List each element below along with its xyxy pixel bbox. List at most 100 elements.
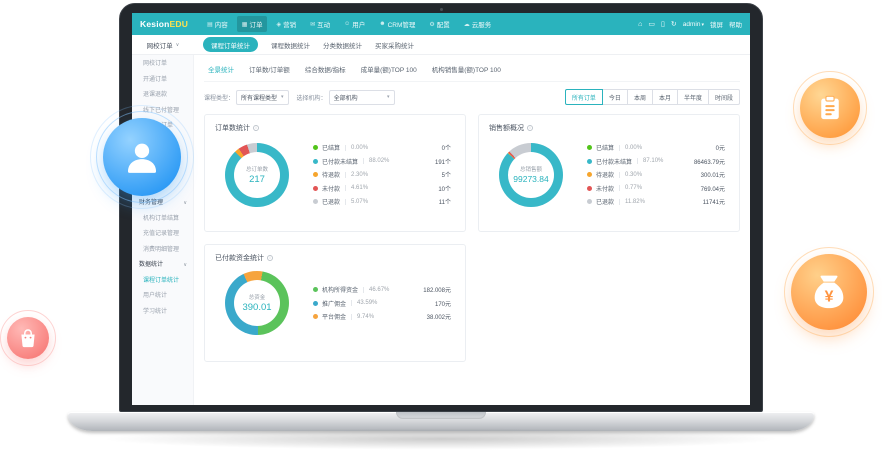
sidebar-item-school-orders[interactable]: 网校订单 bbox=[132, 57, 193, 73]
card-sales-amount: 销售额概况i 总销售额 99273.84 已结算0.00%0元 已付款未结算 87… bbox=[478, 114, 740, 232]
laptop-camera bbox=[440, 8, 443, 11]
legend-label: 未付款 bbox=[596, 184, 614, 193]
nav-item-settings[interactable]: ⚙配置 bbox=[424, 16, 454, 32]
tab-order-count-amount[interactable]: 订单数/订单额 bbox=[249, 64, 290, 74]
legend-percent: 5.07% bbox=[351, 199, 368, 205]
tab-course-order-stats[interactable]: 课程订单统计 bbox=[203, 37, 258, 52]
content-tabs: 全景统计 订单数/订单额 综合数据/指标 成单量(额)TOP 100 机构销售量… bbox=[204, 60, 740, 82]
sidebar-module-label: 网校订单 bbox=[147, 40, 173, 50]
info-icon[interactable]: i bbox=[253, 125, 259, 131]
legend-divider bbox=[637, 158, 638, 164]
legend-percent: 87.10% bbox=[643, 158, 663, 164]
donut-center: 总订单数 217 bbox=[234, 152, 280, 198]
legend-divider bbox=[363, 287, 364, 293]
tab-panorama-stats[interactable]: 全景统计 bbox=[208, 64, 234, 74]
org-select[interactable]: 全部机构▾ bbox=[329, 90, 395, 105]
sidebar-item-org-settlement[interactable]: 机构订单结算 bbox=[132, 212, 193, 228]
legend-divider bbox=[363, 158, 364, 164]
range-all-orders-button[interactable]: 所有订单 bbox=[565, 89, 603, 105]
nav-item-marketing[interactable]: ◈营销 bbox=[271, 16, 301, 32]
sidebar-group-label: 数据统计 bbox=[139, 258, 163, 274]
navbar-right: ⌂ ▭ ▯ ↻ admin 锁屏 帮助 bbox=[638, 19, 742, 29]
legend-row: 已结算0.00%0个 bbox=[313, 141, 451, 155]
donut-center-label: 总订单数 bbox=[246, 165, 268, 173]
mobile-icon[interactable]: ▯ bbox=[661, 20, 665, 28]
sidebar-item-consumption-detail[interactable]: 消费明细管理 bbox=[132, 243, 193, 259]
home-icon[interactable]: ⌂ bbox=[638, 21, 642, 28]
logo-text-primary: Kesion bbox=[140, 19, 170, 29]
legend-divider bbox=[345, 185, 346, 191]
legend-label: 已退款 bbox=[596, 197, 614, 206]
tab-buyer-purchase-stats[interactable]: 买家采购统计 bbox=[375, 40, 414, 50]
course-type-select[interactable]: 所有课程类型▾ bbox=[236, 90, 289, 105]
legend-row: 已退款 11.82% 11741元 bbox=[587, 195, 725, 209]
range-custom-button[interactable]: 时间段 bbox=[708, 89, 740, 105]
legend-dot bbox=[313, 159, 318, 164]
nav-item-orders[interactable]: ▦订单 bbox=[237, 16, 268, 32]
sidebar-item-open-orders[interactable]: 开通订单 bbox=[132, 73, 193, 89]
legend-row: 推广佣金43.59%170元 bbox=[313, 296, 451, 310]
filter-toolbar: 课程类型： 所有课程类型▾ 选择机构： 全部机构▾ 所有订单 今日 本周 本月 … bbox=[204, 89, 740, 105]
legend-value: 11个 bbox=[439, 197, 451, 206]
sidebar-module-select[interactable]: 网校订单 bbox=[132, 35, 194, 54]
nav-item-label: 内容 bbox=[215, 19, 228, 29]
legend-value: 182.008元 bbox=[423, 285, 451, 294]
range-week-button[interactable]: 本周 bbox=[627, 89, 653, 105]
legend-dot bbox=[313, 314, 318, 319]
tab-top100-org-sales[interactable]: 机构销售量(额)TOP 100 bbox=[432, 64, 501, 74]
legend-label: 已付款未结算 bbox=[596, 157, 632, 166]
info-icon[interactable]: i bbox=[527, 125, 533, 131]
legend-row: 已结算0.00%0元 bbox=[587, 141, 725, 155]
legend-label: 已结算 bbox=[596, 143, 614, 152]
legend-dot bbox=[313, 186, 318, 191]
interaction-icon: ✉ bbox=[310, 21, 315, 28]
desktop-icon[interactable]: ▭ bbox=[648, 20, 655, 28]
legend-percent: 11.82% bbox=[625, 199, 645, 205]
nav-item-content[interactable]: ▤内容 bbox=[202, 16, 233, 32]
sidebar-group-data-stats[interactable]: 数据统计 bbox=[132, 258, 193, 274]
legend-percent: 0.77% bbox=[625, 185, 642, 191]
legend-value: 11741元 bbox=[703, 197, 725, 206]
legend-value: 300.01元 bbox=[701, 170, 725, 179]
legend-divider bbox=[351, 300, 352, 306]
sidebar-item-course-order-stats[interactable]: 课程订单统计 bbox=[132, 274, 193, 290]
range-month-button[interactable]: 本月 bbox=[652, 89, 678, 105]
clipboard-icon bbox=[816, 94, 844, 122]
legend-label: 机构所得资金 bbox=[322, 285, 358, 294]
range-today-button[interactable]: 今日 bbox=[602, 89, 628, 105]
nav-item-label: 互动 bbox=[317, 19, 330, 29]
nav-item-label: 用户 bbox=[352, 19, 365, 29]
help-link[interactable]: 帮助 bbox=[729, 19, 742, 29]
refresh-icon[interactable]: ↻ bbox=[671, 20, 677, 28]
app-logo: KesionEDU bbox=[140, 19, 188, 29]
nav-item-cloud[interactable]: ☁云服务 bbox=[459, 16, 497, 32]
tab-top100-deals[interactable]: 成单量(额)TOP 100 bbox=[361, 64, 417, 74]
donut-center: 总销售额 99273.84 bbox=[508, 152, 554, 198]
tab-composite-metrics[interactable]: 综合数据/指标 bbox=[305, 64, 346, 74]
card-title-text: 销售额概况 bbox=[489, 123, 524, 133]
info-icon[interactable]: i bbox=[267, 255, 273, 261]
legend-divider bbox=[619, 172, 620, 178]
range-halfyear-button[interactable]: 半年度 bbox=[677, 89, 709, 105]
legend-value: 769.04元 bbox=[701, 184, 725, 193]
laptop-shadow bbox=[90, 428, 792, 450]
sidebar-item-recharge-records[interactable]: 充值记录管理 bbox=[132, 227, 193, 243]
card-title-text: 订单数统计 bbox=[215, 123, 250, 133]
legend-divider bbox=[345, 172, 346, 178]
legend-value: 0个 bbox=[442, 143, 451, 152]
chevron-down-icon bbox=[183, 258, 187, 274]
sidebar-item-refund-orders[interactable]: 退课退款 bbox=[132, 88, 193, 104]
legend-label: 推广佣金 bbox=[322, 299, 346, 308]
user-menu[interactable]: admin bbox=[683, 21, 704, 28]
tab-category-data-stats[interactable]: 分类数据统计 bbox=[323, 40, 362, 50]
legend-percent: 2.30% bbox=[351, 172, 368, 178]
legend-dot bbox=[587, 199, 592, 204]
tab-course-data-stats[interactable]: 课程数据统计 bbox=[271, 40, 310, 50]
lock-screen-link[interactable]: 锁屏 bbox=[710, 19, 723, 29]
nav-item-crm[interactable]: ☻CRM管理 bbox=[374, 16, 420, 32]
nav-item-interaction[interactable]: ✉互动 bbox=[305, 16, 335, 32]
sidebar-item-learning-stats[interactable]: 学习统计 bbox=[132, 305, 193, 321]
sidebar-item-user-stats[interactable]: 用户统计 bbox=[132, 289, 193, 305]
nav-item-users[interactable]: ☺用户 bbox=[339, 16, 370, 32]
legend-dot bbox=[313, 172, 318, 177]
